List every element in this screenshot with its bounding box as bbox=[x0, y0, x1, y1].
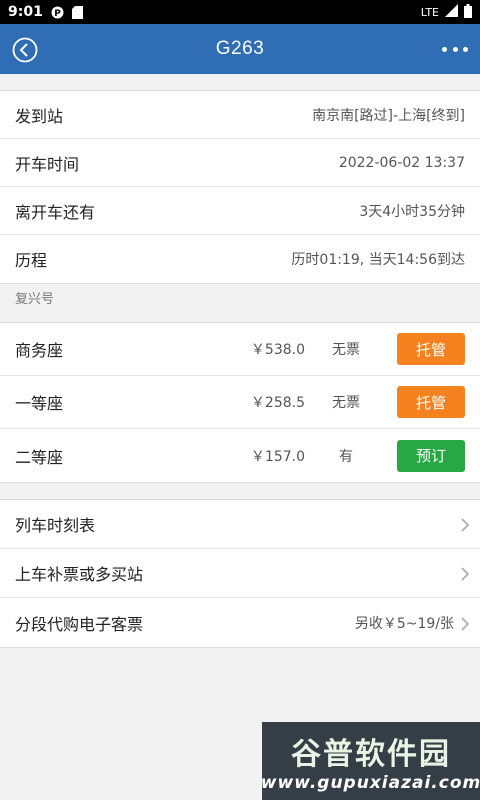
row-value: 2022-06-02 13:37 bbox=[338, 154, 465, 171]
seat-availability: 无票 bbox=[332, 342, 360, 358]
link-label: 分段代购电子客票 bbox=[15, 614, 144, 634]
trip-info-row-duration: 历程 历时01:19, 当天14:56到达 bbox=[0, 235, 480, 283]
row-value: 南京南[路过]-上海[终到] bbox=[312, 107, 465, 124]
back-button[interactable] bbox=[12, 37, 38, 63]
link-onboard-ticket[interactable]: 上车补票或多买站 bbox=[0, 549, 480, 598]
seat-name: 商务座 bbox=[15, 341, 64, 360]
chevron-right-icon bbox=[460, 517, 470, 532]
link-label: 上车补票或多买站 bbox=[15, 565, 144, 584]
row-value: 3天4小时35分钟 bbox=[359, 203, 465, 220]
seat-price: ￥258.5 bbox=[250, 395, 305, 411]
sd-card-icon bbox=[71, 5, 85, 19]
page-title: G263 bbox=[215, 38, 265, 59]
seat-price: ￥538.0 bbox=[250, 342, 305, 358]
trip-info-row-countdown: 离开车还有 3天4小时35分钟 bbox=[0, 187, 480, 235]
row-value: 历时01:19, 当天14:56到达 bbox=[291, 252, 465, 268]
more-dot-icon bbox=[442, 46, 447, 52]
link-extra: 另收￥5~19/张 bbox=[354, 615, 454, 632]
seat-row-business: 商务座 ￥538.0 无票 托管 bbox=[0, 323, 480, 376]
more-options-button[interactable] bbox=[442, 39, 468, 59]
trip-info-row-departure-time: 开车时间 2022-06-02 13:37 bbox=[0, 139, 480, 187]
svg-text:P: P bbox=[55, 9, 62, 19]
book-button[interactable]: 预订 bbox=[397, 439, 465, 472]
watermark: 谷普软件园 www.gupuxiazai.com bbox=[260, 722, 480, 800]
row-label: 开车时间 bbox=[15, 154, 80, 174]
seat-availability: 有 bbox=[339, 448, 353, 465]
seat-row-first-class: 一等座 ￥258.5 无票 托管 bbox=[0, 376, 480, 429]
link-timetable[interactable]: 列车时刻表 bbox=[0, 500, 480, 549]
signal-icon bbox=[445, 4, 458, 20]
watermark-url: www.gupuxiazai.com bbox=[260, 773, 480, 793]
link-segment-purchase[interactable]: 分段代购电子客票 另收￥5~19/张 bbox=[0, 598, 480, 647]
train-type-label: 复兴号 bbox=[15, 292, 55, 307]
seats-card: 商务座 ￥538.0 无票 托管 一等座 ￥258.5 无票 托管 二等座 ￥1… bbox=[0, 322, 480, 483]
more-dot-icon bbox=[452, 46, 458, 52]
trip-info-card: 发到站 南京南[路过]-上海[终到] 开车时间 2022-06-02 13:37… bbox=[0, 90, 480, 284]
row-label: 离开车还有 bbox=[15, 202, 96, 222]
delegate-button[interactable]: 托管 bbox=[397, 333, 465, 365]
notification-icon: P bbox=[51, 5, 65, 19]
row-label: 历程 bbox=[15, 251, 48, 270]
trip-info-row-stations: 发到站 南京南[路过]-上海[终到] bbox=[0, 91, 480, 139]
seat-availability: 无票 bbox=[332, 395, 360, 411]
link-label: 列车时刻表 bbox=[15, 516, 96, 535]
status-time: 9:01 bbox=[8, 4, 43, 20]
row-label: 发到站 bbox=[15, 106, 64, 126]
status-bar: 9:01 P LTE bbox=[0, 0, 480, 24]
delegate-button[interactable]: 托管 bbox=[397, 386, 465, 418]
seat-name: 一等座 bbox=[15, 394, 64, 413]
chevron-right-icon bbox=[460, 566, 470, 581]
links-card: 列车时刻表 上车补票或多买站 分段代购电子客票 另收￥5~19/张 bbox=[0, 499, 480, 648]
network-type: LTE bbox=[420, 5, 439, 19]
chevron-right-icon bbox=[460, 616, 470, 631]
status-right: LTE bbox=[420, 3, 472, 21]
more-dot-icon bbox=[463, 46, 468, 52]
seat-price: ￥157.0 bbox=[250, 448, 305, 465]
battery-icon bbox=[464, 3, 472, 21]
seat-name: 二等座 bbox=[15, 447, 64, 467]
app-bar: G263 bbox=[0, 24, 480, 74]
seat-row-second-class: 二等座 ￥157.0 有 预订 bbox=[0, 429, 480, 482]
watermark-title: 谷普软件园 bbox=[291, 737, 451, 772]
